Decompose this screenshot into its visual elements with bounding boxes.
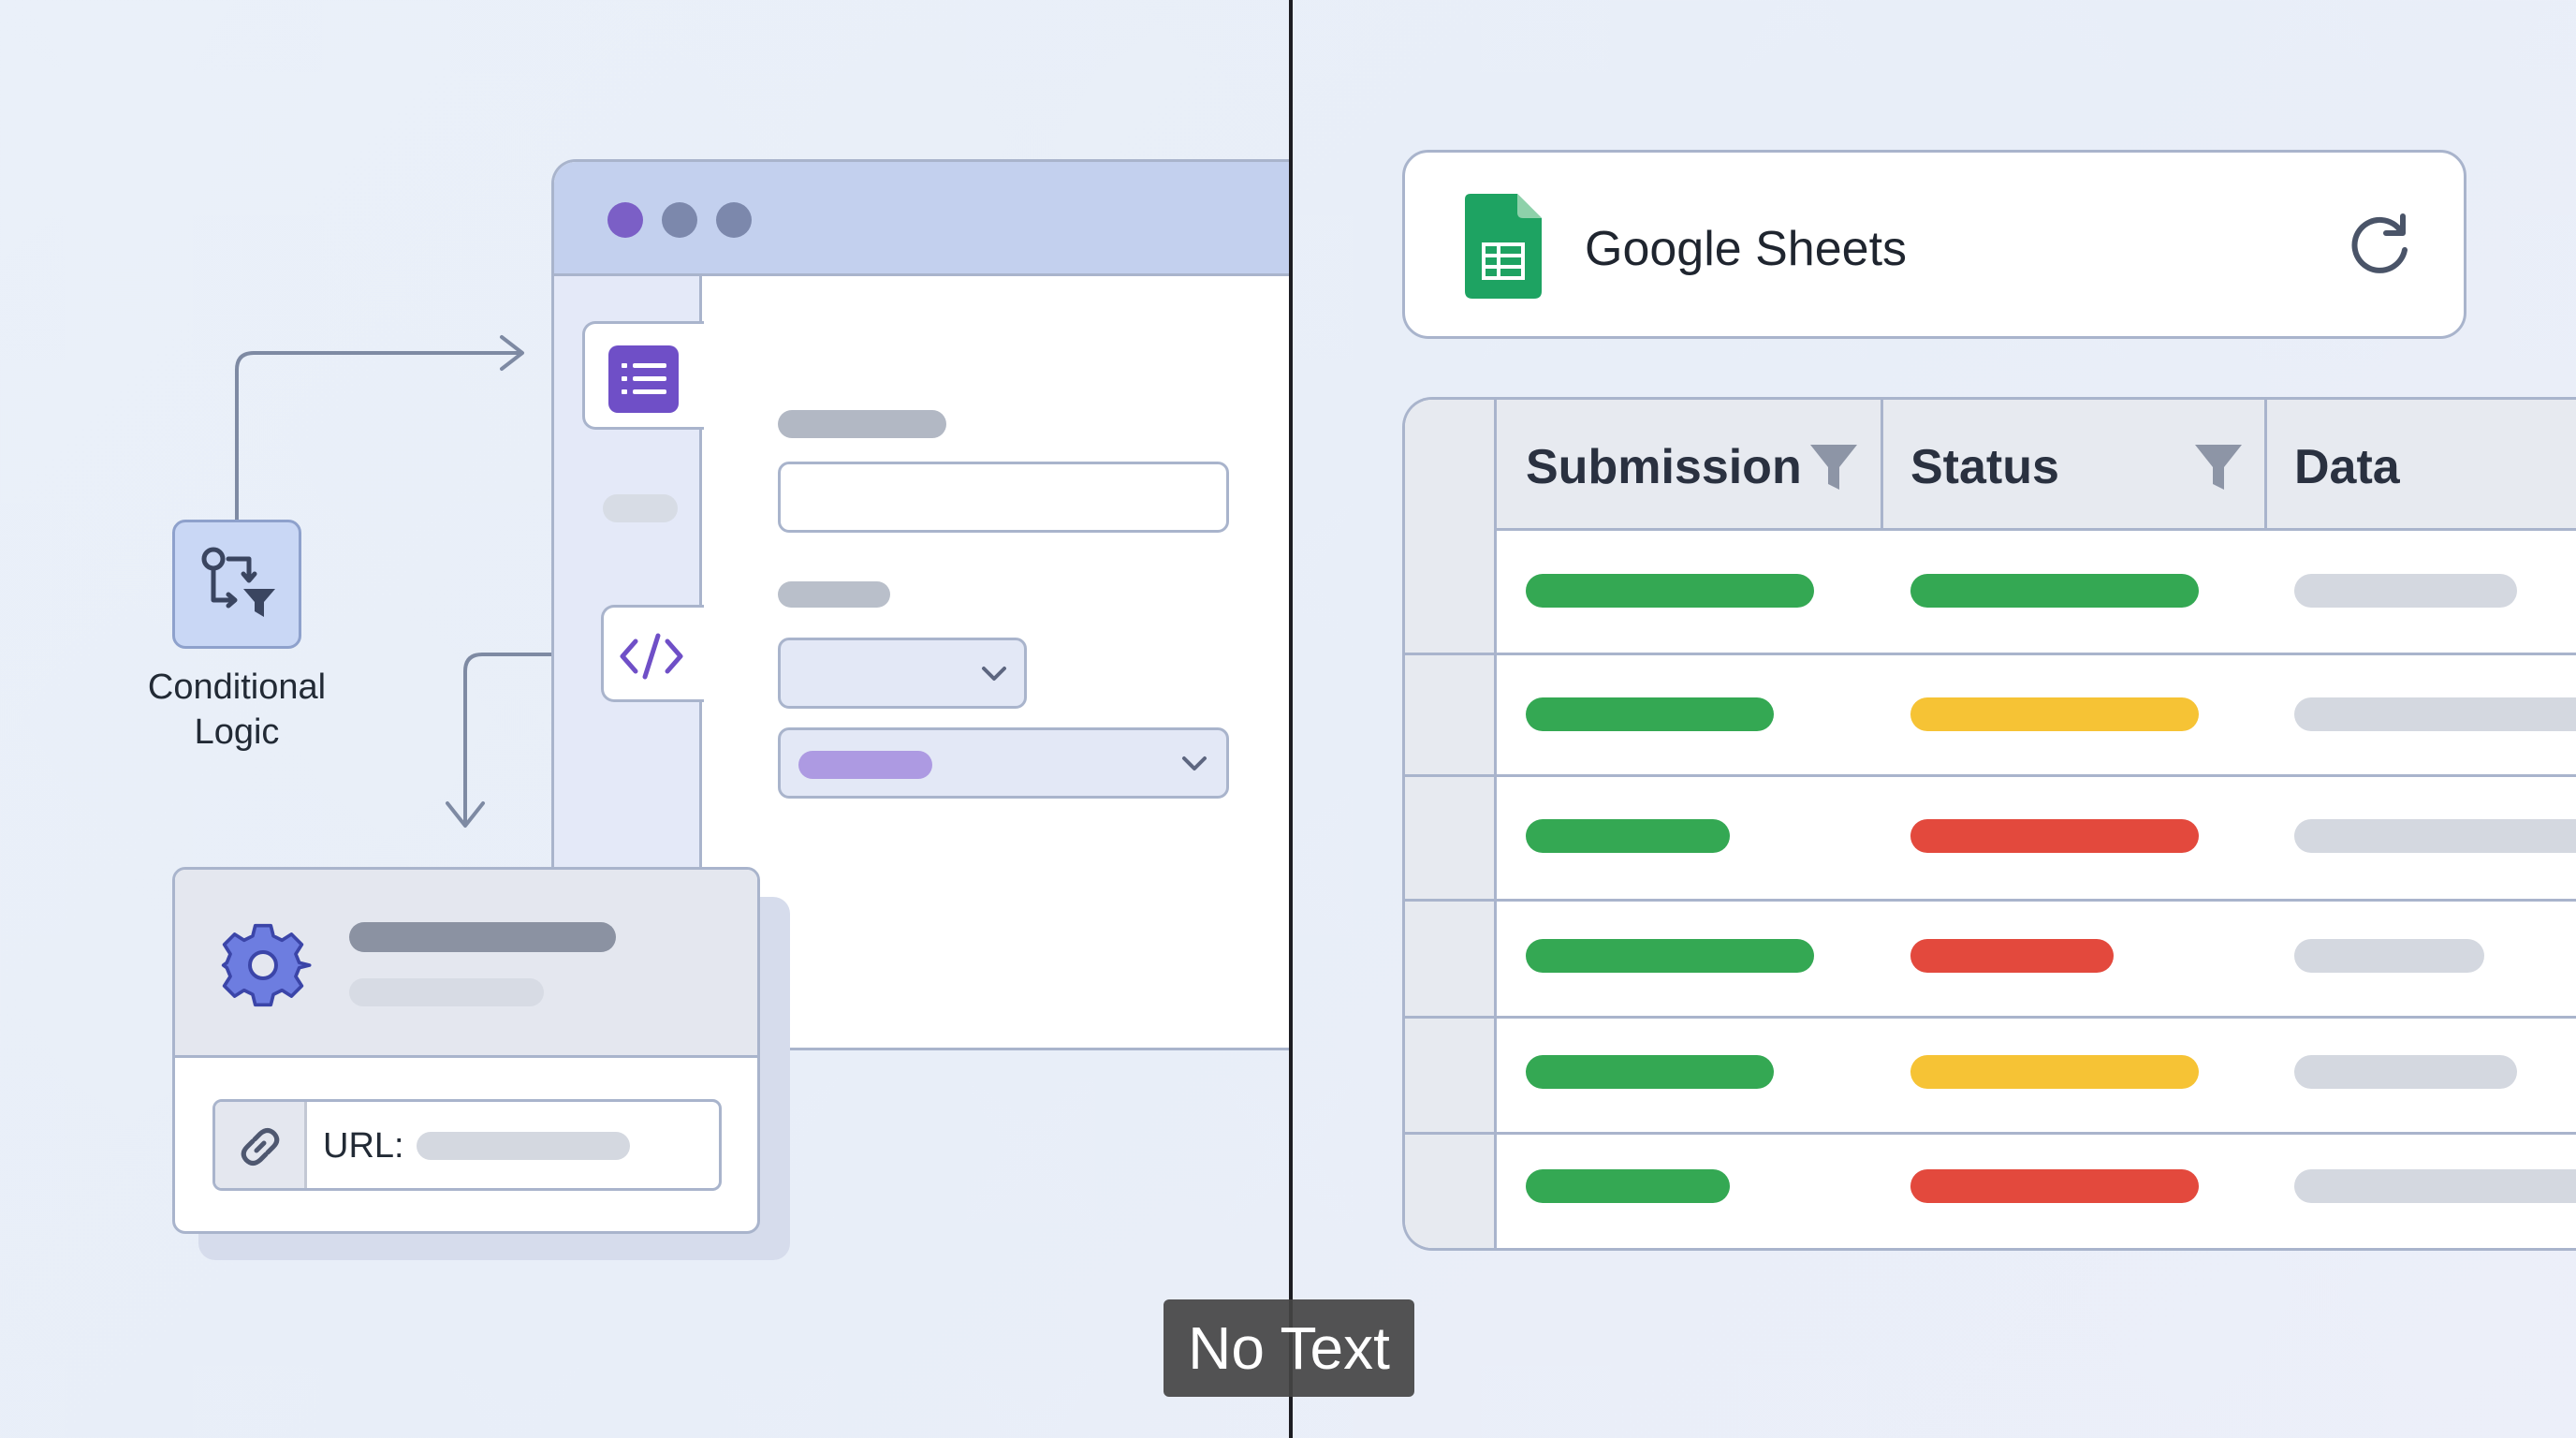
settings-header [175, 870, 757, 1058]
status-cell-bar [1910, 819, 2199, 853]
field-label-placeholder [778, 410, 946, 438]
data-cell-bar [2294, 939, 2484, 973]
row-separator [1405, 1132, 2576, 1135]
dropdown-select-filled[interactable] [778, 727, 1229, 799]
code-icon [620, 633, 683, 680]
dropdown-select[interactable] [778, 638, 1027, 709]
google-sheets-icon [1465, 194, 1542, 299]
window-titlebar [554, 162, 1291, 276]
column-header-data[interactable]: Data [2294, 439, 2400, 495]
sidebar-item-list[interactable] [582, 321, 704, 430]
data-cell-bar [2294, 1055, 2517, 1089]
conditional-logic-icon [201, 547, 275, 617]
window-control-dot[interactable] [607, 202, 643, 238]
status-cell-bar [1910, 697, 2199, 731]
conditional-logic-label: Conditional Logic [147, 668, 327, 752]
sheet-table: Submission Status Data [1402, 397, 2576, 1251]
submission-cell-bar [1526, 574, 1814, 608]
refresh-icon[interactable] [2343, 209, 2416, 282]
submission-cell-bar [1526, 1169, 1730, 1203]
row-separator [1405, 774, 2576, 777]
status-cell-bar [1910, 1169, 2199, 1203]
logic-to-form-arrow [235, 351, 522, 521]
settings-title-placeholder [349, 922, 616, 952]
sidebar-item-placeholder[interactable] [603, 494, 678, 522]
url-field[interactable]: URL: [212, 1099, 722, 1191]
url-link-cell [215, 1102, 307, 1188]
status-cell-bar [1910, 939, 2114, 973]
settings-subtitle-placeholder [349, 978, 544, 1006]
submission-cell-bar [1526, 1055, 1774, 1089]
sidebar-item-code[interactable] [601, 605, 704, 702]
window-control-dot[interactable] [662, 202, 697, 238]
caption-overlay: No Text [1164, 1299, 1414, 1397]
google-sheets-header: Google Sheets [1402, 150, 2466, 339]
column-header-submission[interactable]: Submission [1526, 439, 1802, 495]
gear-icon[interactable] [212, 915, 314, 1016]
row-separator [1405, 899, 2576, 902]
submission-cell-bar [1526, 697, 1774, 731]
submission-cell-bar [1526, 819, 1730, 853]
chevron-down-icon [1182, 756, 1207, 770]
list-icon [608, 345, 679, 413]
text-input-field[interactable] [778, 462, 1229, 533]
filter-icon[interactable] [2192, 441, 2245, 495]
column-separator [2264, 400, 2267, 531]
status-cell-bar [1910, 1055, 2199, 1089]
conditional-logic-node[interactable] [172, 520, 301, 649]
data-cell-bar [2294, 1169, 2576, 1203]
row-number-gutter [1405, 400, 1497, 1248]
link-icon [241, 1128, 280, 1166]
row-separator [1405, 653, 2576, 655]
chevron-down-icon [982, 667, 1006, 681]
window-control-dot[interactable] [716, 202, 752, 238]
split-divider [1289, 0, 1293, 1438]
data-cell-bar [2294, 574, 2517, 608]
url-label: URL: [323, 1126, 404, 1166]
settings-panel: URL: [172, 867, 760, 1234]
filter-icon[interactable] [1808, 441, 1860, 495]
row-separator [1405, 1016, 2576, 1019]
status-cell-bar [1910, 574, 2199, 608]
sheets-title: Google Sheets [1585, 222, 1908, 276]
data-cell-bar [2294, 697, 2576, 731]
selected-value-placeholder [798, 751, 932, 779]
data-cell-bar [2294, 819, 2576, 853]
submission-cell-bar [1526, 939, 1814, 973]
column-header-status[interactable]: Status [1910, 439, 2059, 495]
field-label-placeholder [778, 581, 890, 608]
column-separator [1881, 400, 1883, 531]
url-value-placeholder [417, 1132, 630, 1160]
